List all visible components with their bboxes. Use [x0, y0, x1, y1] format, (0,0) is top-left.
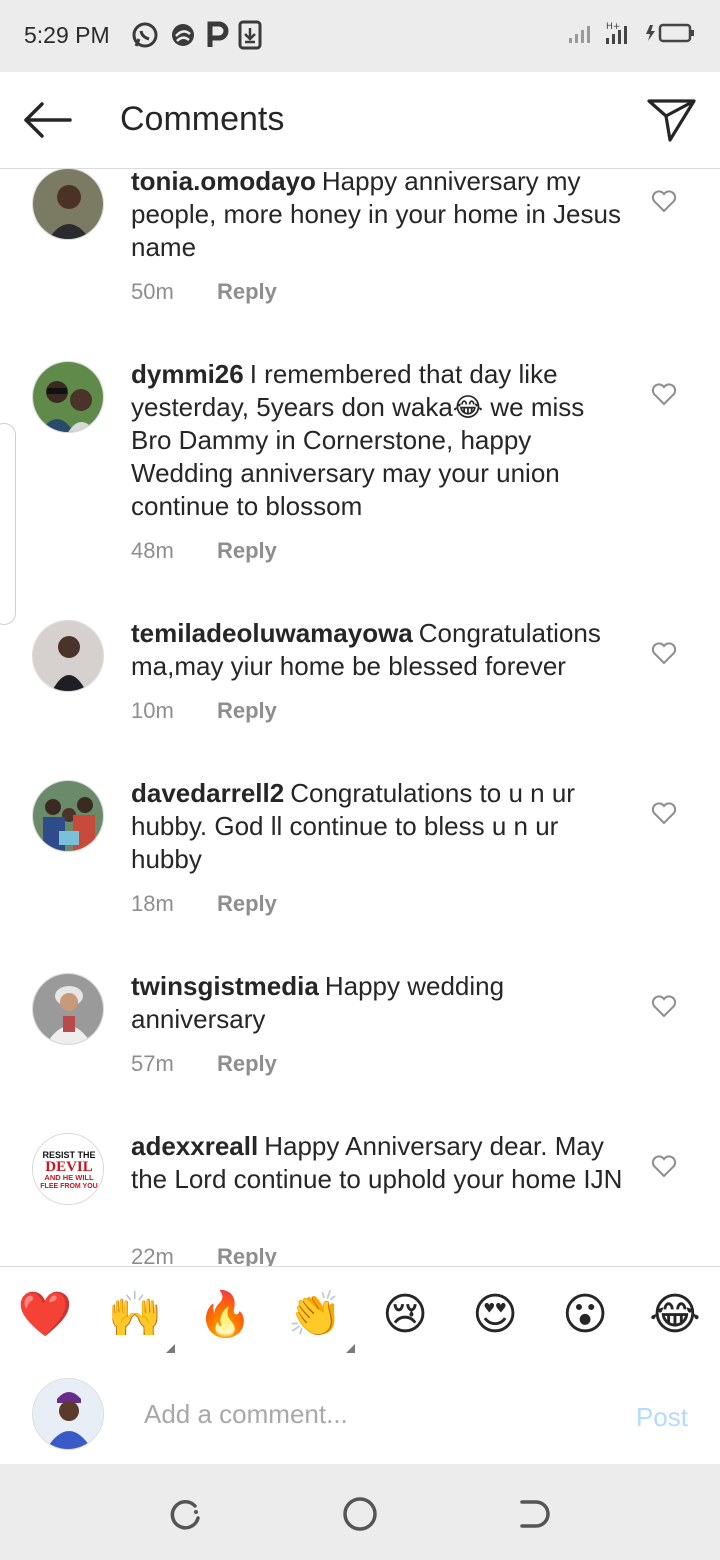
avatar[interactable] [32, 780, 104, 852]
emoji-clap: 👏 [287, 1290, 343, 1339]
avatar-image: RESIST THE DEVIL AND HE WILL FLEE FROM Y… [33, 1134, 103, 1204]
heart-icon[interactable] [651, 641, 677, 665]
avatar-image [33, 974, 103, 1044]
reply-button[interactable]: Reply [217, 1244, 277, 1266]
comment-username[interactable]: tonia.omodayo [131, 168, 316, 196]
comment-meta: 22m Reply [131, 1244, 277, 1266]
comment-list[interactable]: tonia.omodayo Happy anniversary my people… [0, 168, 720, 1266]
skin-tone-indicator [166, 1344, 175, 1353]
emoji-raised-hands: 🙌 [107, 1290, 163, 1339]
comment-composer: Post [0, 1364, 720, 1464]
emoji-crying: 😢 [382, 1290, 428, 1339]
signal-weak-icon [569, 26, 590, 43]
post-button[interactable]: Post [636, 1402, 688, 1433]
comment-username[interactable]: davedarrell2 [131, 778, 284, 808]
reply-button[interactable]: Reply [217, 279, 277, 305]
status-right-icons: H+ [568, 20, 696, 46]
recent-apps-icon[interactable] [166, 1494, 206, 1534]
comment-text: temiladeoluwamayowa Congratulations ma,ma… [131, 617, 626, 683]
heart-icon[interactable] [651, 801, 677, 825]
heart-icon[interactable] [651, 1154, 677, 1178]
status-time: 5:29 PM [24, 22, 110, 48]
emoji-fire: 🔥 [197, 1290, 253, 1339]
system-nav-bar [0, 1464, 720, 1560]
swirl-app-icon [172, 24, 194, 46]
reply-button[interactable]: Reply [217, 538, 277, 564]
avatar-image [33, 169, 103, 239]
emoji-crying-button[interactable]: 😢 [377, 1287, 433, 1343]
comment-input[interactable] [144, 1394, 584, 1434]
comment-meta: 50m Reply [131, 279, 277, 305]
reply-button[interactable]: Reply [217, 891, 277, 917]
arrow-left-icon [24, 102, 72, 138]
heart-icon[interactable] [651, 189, 677, 213]
signal-4g-icon: H+ [606, 22, 627, 44]
emoji-laughing-button[interactable]: 😂 [647, 1287, 703, 1343]
comment-meta: 57m Reply [131, 1051, 277, 1077]
comment-username[interactable]: dymmi26 [131, 359, 244, 389]
comment-text: dymmi26 I remembered that day like yester… [131, 358, 626, 523]
avatar-text-line: FLEE FROM YOU [40, 1183, 97, 1190]
avatar[interactable] [32, 973, 104, 1045]
home-icon[interactable] [340, 1494, 380, 1534]
avatar [32, 1378, 104, 1450]
scroll-handle[interactable] [0, 423, 16, 625]
reply-button[interactable]: Reply [217, 1051, 277, 1077]
back-icon[interactable] [514, 1494, 554, 1534]
reply-button[interactable]: Reply [217, 698, 277, 724]
comment-time: 50m [131, 279, 174, 304]
comment-username[interactable]: adexxreall [131, 1131, 258, 1161]
emoji-heart-eyes-button[interactable]: 😍 [467, 1287, 523, 1343]
avatar-image [33, 1379, 103, 1449]
paper-plane-icon [647, 99, 696, 142]
emoji-heart-eyes: 😍 [472, 1290, 518, 1339]
skin-tone-indicator [346, 1344, 355, 1353]
comment-time: 10m [131, 698, 174, 723]
comment-meta: 18m Reply [131, 891, 277, 917]
comment-meta: 48m Reply [131, 538, 277, 564]
comment-text: davedarrell2 Congratulations to u n ur hu… [131, 777, 626, 876]
status-bar: 5:29 PM H+ [0, 0, 720, 72]
status-left-icons [130, 20, 262, 50]
emoji-surprised-button[interactable]: 😮 [557, 1287, 613, 1343]
avatar-image [33, 781, 103, 851]
avatar[interactable] [32, 168, 104, 240]
heart-icon[interactable] [651, 994, 677, 1018]
comment-time: 48m [131, 538, 174, 563]
back-button[interactable] [20, 96, 76, 144]
download-icon [238, 20, 262, 50]
comment-time: 57m [131, 1051, 174, 1076]
avatar-text-line: AND HE WILL [44, 1173, 94, 1182]
emoji-raised-hands-button[interactable]: 🙌 [107, 1287, 175, 1353]
page-title: Comments [120, 100, 285, 138]
comment-username[interactable]: temiladeoluwamayowa [131, 618, 413, 648]
emoji-fire-button[interactable]: 🔥 [197, 1287, 253, 1343]
heart-icon[interactable] [651, 382, 677, 406]
emoji-heart-button[interactable]: ❤️ [17, 1287, 73, 1343]
parking-p-icon [207, 21, 229, 47]
avatar[interactable] [32, 620, 104, 692]
emoji-surprised: 😮 [562, 1290, 608, 1339]
battery-charging-icon [646, 23, 694, 43]
emoji-laughing: 😂 [649, 1290, 701, 1339]
app-header: Comments [0, 72, 720, 169]
share-button[interactable] [646, 96, 698, 144]
comment-text: twinsgistmedia Happy wedding anniversary [131, 970, 626, 1036]
comment-time: 22m [131, 1244, 174, 1266]
whatsapp-icon [132, 22, 158, 48]
quick-emoji-bar: ❤️ 🙌 🔥 👏 😢 😍 😮 😂 [0, 1266, 720, 1366]
comment-meta: 10m Reply [131, 698, 277, 724]
emoji-clap-button[interactable]: 👏 [287, 1287, 355, 1353]
avatar[interactable] [32, 361, 104, 433]
comment-text: tonia.omodayo Happy anniversary my people… [131, 168, 626, 264]
avatar-image [33, 362, 103, 432]
comment-text: adexxreall Happy Anniversary dear. May th… [131, 1130, 626, 1196]
emoji-heart: ❤️ [17, 1290, 73, 1339]
avatar[interactable]: RESIST THE DEVIL AND HE WILL FLEE FROM Y… [32, 1133, 104, 1205]
comment-time: 18m [131, 891, 174, 916]
avatar-image [33, 621, 103, 691]
comment-username[interactable]: twinsgistmedia [131, 971, 319, 1001]
